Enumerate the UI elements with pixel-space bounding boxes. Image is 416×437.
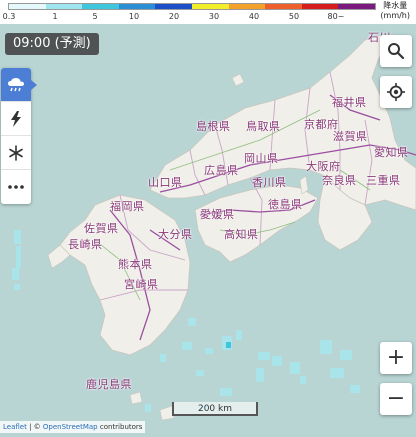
leaflet-link[interactable]: Leaflet — [3, 423, 27, 431]
pref-label-aichi: 愛知県 — [374, 146, 409, 159]
legend-label: 10 — [128, 12, 140, 21]
legend-color-bar — [8, 3, 376, 10]
pref-label-nagasaki: 長崎県 — [68, 238, 103, 251]
pref-label-okayama: 岡山県 — [244, 152, 279, 165]
pref-label-fukuoka: 福岡県 — [110, 200, 145, 213]
pref-label-miyazaki: 宮崎県 — [124, 278, 159, 291]
legend-swatch — [82, 4, 119, 9]
scale-bar: 200 km — [172, 402, 258, 416]
legend-label: 40 — [248, 12, 260, 21]
legend-label: 0.3 — [2, 12, 16, 21]
legend-title: 降水量 (mm/h) — [380, 1, 410, 21]
snowflake-icon — [9, 144, 23, 161]
legend-swatch — [155, 4, 192, 9]
pref-label-yamaguchi: 山口県 — [148, 176, 183, 189]
legend-title-text: 降水量 — [383, 1, 408, 10]
osm-link[interactable]: OpenStreetMap — [43, 423, 98, 431]
legend-swatch — [191, 4, 229, 9]
legend-label: 5 — [92, 12, 98, 21]
pref-label-shiga: 滋賀県 — [333, 130, 368, 143]
legend-label: 20 — [168, 12, 180, 21]
pref-label-kumamoto: 熊本県 — [118, 258, 153, 271]
attribution-contributors: contributors — [97, 423, 143, 431]
legend-swatch — [338, 4, 375, 9]
pref-label-tokushima: 徳島県 — [268, 198, 303, 211]
pref-label-ehime: 愛媛県 — [200, 208, 235, 221]
crosshair-icon — [387, 83, 405, 101]
lightning-icon — [11, 110, 21, 127]
legend-label: 1 — [52, 12, 58, 21]
legend-swatch — [118, 4, 156, 9]
layer-button-rain[interactable] — [1, 68, 37, 102]
pref-label-hiroshima: 広島県 — [204, 164, 239, 177]
pref-label-nara: 奈良県 — [322, 174, 357, 187]
pref-label-tottori: 鳥取県 — [246, 120, 281, 133]
layer-button-more[interactable] — [1, 170, 31, 204]
pref-label-mie: 三重県 — [366, 174, 401, 187]
pref-label-kagawa: 香川県 — [252, 176, 287, 189]
pref-label-fukui: 福井県 — [332, 96, 367, 109]
legend-swatch — [9, 4, 46, 9]
zoom-in-button[interactable]: + — [380, 342, 412, 374]
pref-label-saga: 佐賀県 — [84, 222, 119, 235]
legend-label: 50 — [288, 12, 300, 21]
more-icon — [8, 185, 24, 189]
attribution-separator: | © — [26, 423, 43, 431]
layer-panel — [1, 68, 37, 204]
legend-label: 80~ — [327, 12, 345, 21]
layer-button-snow[interactable] — [1, 136, 31, 170]
layer-button-lightning[interactable] — [1, 102, 31, 136]
legend-label: 30 — [208, 12, 220, 21]
legend-unit-text: (mm/h) — [380, 11, 410, 20]
legend-swatch — [301, 4, 339, 9]
map-svg — [0, 24, 416, 433]
legend-labels: 0.3 1 5 10 20 30 40 50 80~ — [0, 12, 376, 24]
legend-swatch — [265, 4, 302, 9]
search-button[interactable] — [380, 35, 412, 67]
forecast-time-badge: 09:00 (予測) — [5, 33, 99, 55]
pref-label-oita: 大分県 — [158, 228, 193, 241]
precipitation-legend: 0.3 1 5 10 20 30 40 50 80~ 降水量 (mm/h) — [0, 0, 416, 24]
legend-swatch — [45, 4, 83, 9]
legend-swatch — [228, 4, 266, 9]
map-attribution: Leaflet | © OpenStreetMap contributors — [0, 421, 146, 433]
pref-label-shimane: 島根県 — [196, 120, 231, 133]
zoom-out-button[interactable]: − — [380, 383, 412, 415]
rain-cloud-icon — [8, 77, 24, 91]
search-icon — [388, 43, 405, 60]
pref-label-kochi: 高知県 — [224, 228, 259, 241]
locate-button[interactable] — [380, 76, 412, 108]
map-canvas[interactable]: 石川 福井県 京都府 滋賀県 愛知県 大阪府 奈良県 三重県 島根県 鳥取県 岡… — [0, 24, 416, 433]
pref-label-kagoshima: 鹿児島県 — [86, 378, 132, 391]
